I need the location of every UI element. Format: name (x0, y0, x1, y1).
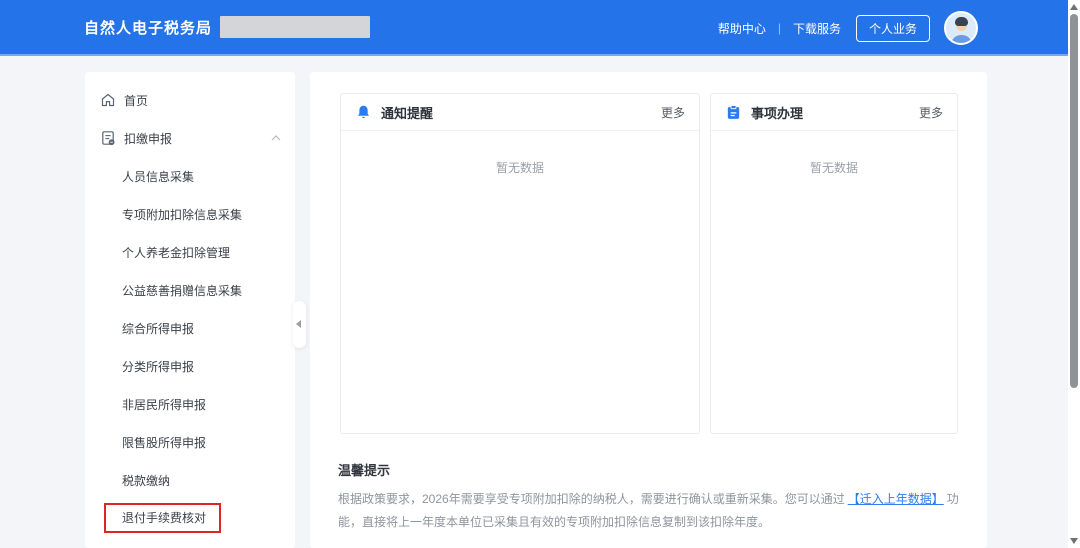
sidebar-item-special-additional-deduction-collection[interactable]: 专项附加扣除信息采集 (85, 195, 295, 233)
matters-card-header: 事项办理 更多 (711, 94, 957, 131)
matters-card: 事项办理 更多 暂无数据 (710, 93, 958, 434)
warm-tip-section: 温馨提示 根据政策要求，2026年需要享受专项附加扣除的纳税人，需要进行确认或重… (338, 460, 962, 534)
personal-business-button[interactable]: 个人业务 (856, 15, 930, 42)
sidebar-collapse-handle[interactable] (293, 301, 306, 348)
sidebar-item-home[interactable]: 首页 (85, 81, 295, 119)
sidebar-item-label: 公益慈善捐赠信息采集 (122, 282, 242, 299)
sidebar-item-restricted-stock-declaration[interactable]: 限售股所得申报 (85, 423, 295, 461)
matters-card-title: 事项办理 (751, 103, 803, 122)
sidebar-item-personal-pension-deduction[interactable]: 个人养老金扣除管理 (85, 233, 295, 271)
sidebar-item-personnel-info-collection[interactable]: 人员信息采集 (85, 157, 295, 195)
warm-tip-body: 根据政策要求，2026年需要享受专项附加扣除的纳税人，需要进行确认或重新采集。您… (338, 488, 962, 534)
sidebar-item-label: 人员信息采集 (122, 168, 194, 185)
sidebar-item-label: 个人养老金扣除管理 (122, 244, 230, 261)
warm-tip-title: 温馨提示 (338, 460, 962, 479)
sidebar-item-label: 分类所得申报 (122, 358, 194, 375)
chevron-up-icon (271, 135, 281, 141)
download-service-link[interactable]: 下载服务 (793, 20, 841, 37)
scroll-down-icon[interactable] (1070, 538, 1078, 544)
tip-text-before: 根据政策要求，2026年需要享受专项附加扣除的纳税人，需要进行确认或重新采集。您… (338, 492, 845, 506)
sidebar-menu: 首页 扣缴申报 人员信息采集 专项附加扣除信息采集 个人养老金扣除管理 公益 (85, 72, 295, 548)
sidebar-item-refund-fee-verification[interactable]: 退付手续费核对 (85, 499, 295, 537)
avatar-hair (955, 17, 968, 26)
notification-more-link[interactable]: 更多 (661, 104, 685, 121)
avatar-shirt (951, 35, 972, 45)
sidebar-item-tax-payment[interactable]: 税款缴纳 (85, 461, 295, 499)
user-avatar[interactable] (944, 11, 978, 45)
collapse-left-icon (296, 320, 301, 328)
sidebar-item-charity-donation-collection[interactable]: 公益慈善捐赠信息采集 (85, 271, 295, 309)
sidebar-item-label: 税款缴纳 (122, 472, 170, 489)
notification-card-header: 通知提醒 更多 (341, 94, 699, 131)
sidebar-item-classified-income-declaration[interactable]: 分类所得申报 (85, 347, 295, 385)
home-icon (100, 92, 116, 108)
scroll-up-icon[interactable] (1070, 4, 1078, 10)
top-header-bar: 自然人电子税务局 帮助中心 | 下载服务 个人业务 (0, 0, 1068, 56)
red-highlight-annotation: 退付手续费核对 (104, 503, 221, 533)
sidebar-item-label: 限售股所得申报 (122, 434, 206, 451)
sidebar-item-label: 综合所得申报 (122, 320, 194, 337)
notification-card-title: 通知提醒 (381, 103, 433, 122)
sidebar-item-label: 非居民所得申报 (122, 396, 206, 413)
sidebar-item-label: 首页 (124, 92, 148, 109)
redacted-org-name (220, 16, 370, 38)
sidebar-item-label: 扣缴申报 (124, 130, 172, 147)
sidebar-item-label: 退付手续费核对 (122, 511, 206, 525)
scrollbar-thumb[interactable] (1070, 14, 1078, 388)
form-icon (100, 130, 116, 146)
import-last-year-data-link[interactable]: 【迁入上年数据】 (848, 492, 944, 506)
app-title: 自然人电子税务局 (84, 17, 212, 38)
sidebar-item-nonresident-income-declaration[interactable]: 非居民所得申报 (85, 385, 295, 423)
notification-card: 通知提醒 更多 暂无数据 (340, 93, 700, 434)
nav-divider: | (778, 21, 781, 35)
sidebar-item-withholding-declaration[interactable]: 扣缴申报 (85, 119, 295, 157)
clipboard-icon (725, 104, 742, 121)
sidebar-item-label: 专项附加扣除信息采集 (122, 206, 242, 223)
app-window: 自然人电子税务局 帮助中心 | 下载服务 个人业务 首页 (0, 0, 1080, 548)
matters-more-link[interactable]: 更多 (919, 104, 943, 121)
main-content-panel: 通知提醒 更多 暂无数据 事项办理 更多 暂无数据 温馨提示 根据政策要求， (310, 72, 987, 548)
bell-icon (355, 104, 372, 121)
sidebar-item-comprehensive-income-declaration[interactable]: 综合所得申报 (85, 309, 295, 347)
header-nav: 帮助中心 | 下载服务 个人业务 (718, 0, 978, 56)
help-center-link[interactable]: 帮助中心 (718, 20, 766, 37)
vertical-scrollbar[interactable] (1068, 0, 1080, 548)
matters-empty-text: 暂无数据 (711, 131, 957, 176)
notification-empty-text: 暂无数据 (341, 131, 699, 176)
